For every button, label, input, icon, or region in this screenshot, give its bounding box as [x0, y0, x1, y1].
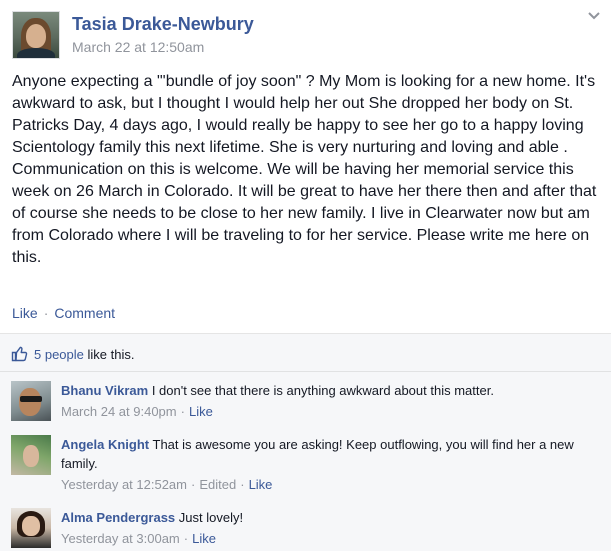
comment-meta: March 24 at 9:40pm · Like	[61, 404, 213, 419]
comment-body: Angela Knight That is awesome you are as…	[61, 435, 601, 494]
avatar-sunglasses	[20, 396, 42, 402]
commenter-name[interactable]: Alma Pendergrass	[61, 510, 175, 525]
action-separator: ·	[43, 305, 49, 321]
comment-body: Alma Pendergrass Just lovely! Yesterday …	[61, 508, 601, 548]
comment-like-link[interactable]: Like	[189, 404, 213, 419]
likes-divider	[0, 371, 611, 372]
comment-link[interactable]: Comment	[54, 305, 115, 321]
facebook-post: Tasia Drake-Newbury March 22 at 12:50am …	[0, 0, 611, 551]
post-author-name[interactable]: Tasia Drake-Newbury	[72, 14, 254, 35]
commenter-avatar[interactable]	[11, 508, 51, 548]
likes-text: 5 people like this.	[34, 347, 134, 362]
comment-text: I don't see that there is anything awkwa…	[151, 383, 494, 398]
avatar-face	[22, 516, 40, 536]
post-timestamp[interactable]: March 22 at 12:50am	[72, 39, 204, 55]
avatar-face	[26, 24, 46, 48]
commenter-avatar[interactable]	[11, 381, 51, 421]
thumbs-up-icon	[11, 346, 28, 362]
comment-time[interactable]: Yesterday at 12:52am	[61, 477, 187, 492]
chevron-down-icon[interactable]	[587, 9, 601, 23]
likes-count-link[interactable]: 5 people	[34, 347, 84, 362]
author-avatar[interactable]	[12, 11, 60, 59]
comment-time[interactable]: Yesterday at 3:00am	[61, 531, 180, 546]
comment-body: Bhanu Vikram I don't see that there is a…	[61, 381, 601, 421]
commenter-avatar[interactable]	[11, 435, 51, 475]
like-link[interactable]: Like	[12, 305, 38, 321]
comment-text: Just lovely!	[178, 510, 244, 525]
avatar-face	[19, 388, 41, 416]
comment-like-link[interactable]: Like	[249, 477, 273, 492]
comment-like-link[interactable]: Like	[192, 531, 216, 546]
commenter-name[interactable]: Bhanu Vikram	[61, 383, 148, 398]
post-actions: Like · Comment	[12, 305, 115, 321]
commenter-name[interactable]: Angela Knight	[61, 437, 149, 452]
post-body-text: Anyone expecting a "'bundle of joy soon"…	[12, 73, 597, 266]
feedback-section: 5 people like this. Bhanu Vikram I don't…	[0, 333, 611, 551]
avatar-face	[23, 445, 39, 467]
avatar-shirt	[17, 48, 55, 58]
comment-meta: Yesterday at 12:52am · Edited · Like	[61, 477, 273, 492]
comment-time[interactable]: March 24 at 9:40pm	[61, 404, 177, 419]
comment-edited[interactable]: Edited	[199, 477, 236, 492]
comment-meta: Yesterday at 3:00am · Like	[61, 531, 216, 546]
likes-suffix: like this.	[83, 347, 135, 362]
